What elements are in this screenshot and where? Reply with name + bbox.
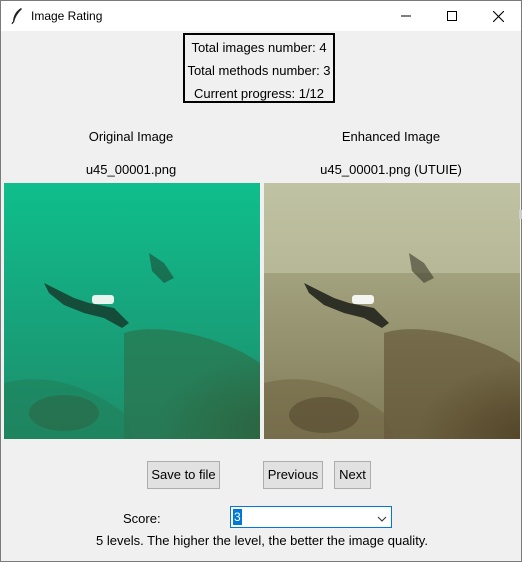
minimize-button[interactable] — [383, 1, 429, 31]
total-images-text: Total images number: 4 — [191, 40, 327, 55]
progress-box: Total images number: 4 Total methods num… — [183, 33, 335, 103]
image-rating-window: Image Rating Total images number: 4 Tota… — [0, 0, 522, 562]
maximize-icon — [447, 11, 457, 21]
close-icon — [492, 10, 504, 22]
score-select[interactable]: 3 — [230, 506, 392, 528]
score-label: Score: — [123, 511, 161, 526]
minimize-icon — [401, 11, 411, 21]
maximize-button[interactable] — [429, 1, 475, 31]
total-methods-text: Total methods number: 3 — [187, 63, 331, 78]
next-button[interactable]: Next — [334, 461, 371, 489]
window-title: Image Rating — [31, 9, 103, 23]
enhanced-image — [264, 183, 520, 439]
previous-button[interactable]: Previous — [263, 461, 323, 489]
title-bar[interactable]: Image Rating — [1, 1, 521, 31]
original-image — [4, 183, 260, 439]
enhanced-image-heading: Enhanced Image — [341, 129, 441, 144]
original-image-heading: Original Image — [88, 129, 174, 144]
enhanced-filename: u45_00001.png (UTUIE) — [320, 162, 462, 177]
current-progress-text: Current progress: 1/12 — [193, 86, 325, 101]
save-to-file-button[interactable]: Save to file — [147, 461, 220, 489]
chevron-down-icon[interactable] — [377, 512, 387, 527]
score-hint: 5 levels. The higher the level, the bett… — [96, 533, 428, 548]
close-button[interactable] — [475, 1, 521, 31]
feather-icon — [10, 7, 24, 25]
original-filename: u45_00001.png — [85, 162, 177, 177]
score-selected-value: 3 — [233, 509, 242, 525]
